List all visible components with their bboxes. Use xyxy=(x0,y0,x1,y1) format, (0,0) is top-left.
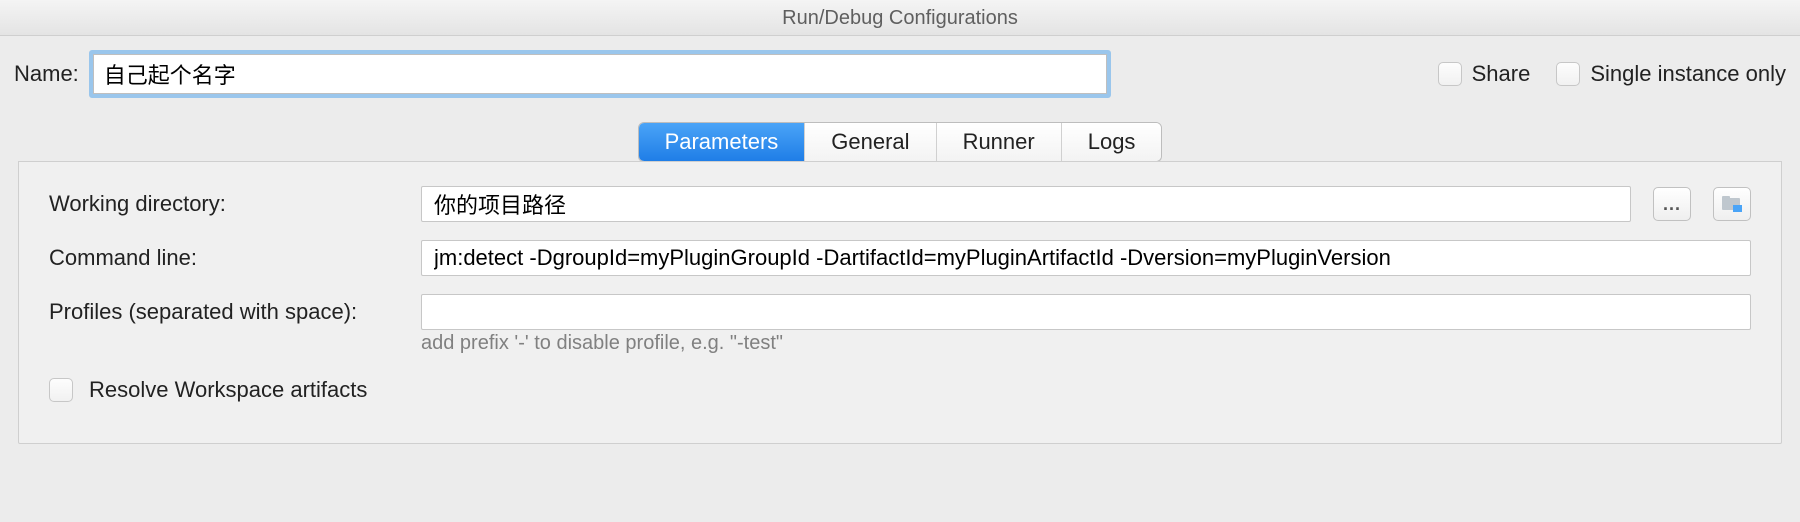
tab-parameters[interactable]: Parameters xyxy=(639,123,806,161)
parameters-panel: Working directory: ... Command line: Pro… xyxy=(18,161,1782,444)
name-row: Name: Share Single instance only xyxy=(0,36,1800,94)
command-line-row: Command line: xyxy=(49,240,1751,276)
tab-runner[interactable]: Runner xyxy=(937,123,1062,161)
share-label: Share xyxy=(1472,61,1531,87)
browse-button[interactable]: ... xyxy=(1653,187,1691,221)
folder-icon xyxy=(1722,196,1742,212)
profiles-hint: add prefix '-' to disable profile, e.g. … xyxy=(421,332,1751,355)
resolve-workspace-checkbox[interactable] xyxy=(49,378,73,402)
share-checkbox[interactable] xyxy=(1438,62,1462,86)
single-instance-checkbox-wrap: Single instance only xyxy=(1556,61,1786,87)
tab-logs[interactable]: Logs xyxy=(1062,123,1162,161)
single-instance-checkbox[interactable] xyxy=(1556,62,1580,86)
profiles-label: Profiles (separated with space): xyxy=(49,299,399,325)
working-directory-input[interactable] xyxy=(421,186,1631,222)
profiles-row: Profiles (separated with space): xyxy=(49,294,1751,330)
directory-tree-button[interactable] xyxy=(1713,187,1751,221)
ellipsis-icon: ... xyxy=(1663,194,1681,215)
resolve-workspace-row: Resolve Workspace artifacts xyxy=(49,377,1751,403)
name-input-wrap xyxy=(93,54,1107,94)
resolve-workspace-label: Resolve Workspace artifacts xyxy=(89,377,367,403)
share-checkbox-wrap: Share xyxy=(1438,61,1531,87)
tabs-row: Parameters General Runner Logs xyxy=(0,122,1800,162)
window-title: Run/Debug Configurations xyxy=(0,0,1800,36)
working-directory-label: Working directory: xyxy=(49,191,399,217)
profiles-input[interactable] xyxy=(421,294,1751,330)
command-line-label: Command line: xyxy=(49,245,399,271)
working-directory-row: Working directory: ... xyxy=(49,186,1751,222)
name-label: Name: xyxy=(14,61,79,87)
name-input[interactable] xyxy=(93,54,1107,94)
tab-general[interactable]: General xyxy=(805,123,936,161)
tab-group: Parameters General Runner Logs xyxy=(638,122,1163,162)
single-instance-label: Single instance only xyxy=(1590,61,1786,87)
command-line-input[interactable] xyxy=(421,240,1751,276)
